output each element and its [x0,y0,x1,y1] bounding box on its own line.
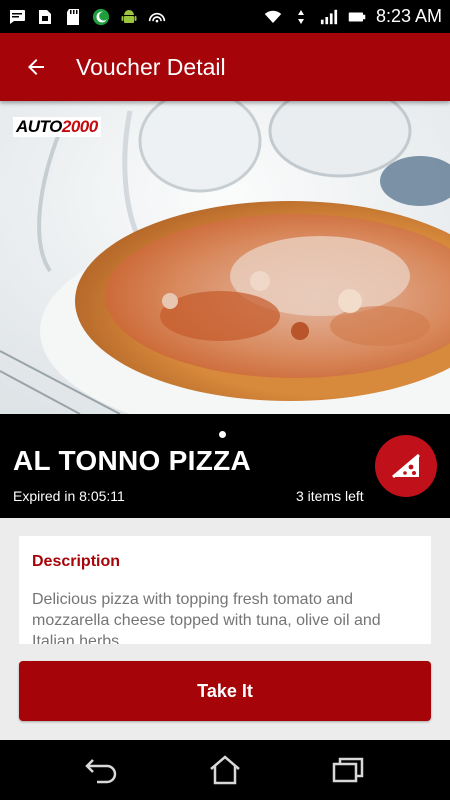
arrow-back-icon [28,59,44,75]
wifi-icon [264,8,282,26]
page-title: Voucher Detail [76,53,226,80]
signal-icon [320,8,338,26]
app-bar: Voucher Detail [0,33,450,101]
recent-apps-icon [333,757,364,783]
nav-recent-apps-button[interactable] [328,750,368,790]
items-left-count: 3 items left [296,488,364,504]
clock: 8:23 AM [375,6,442,26]
expiry-countdown: Expired in 8:05:11 [13,488,125,504]
voucher-image: AUTO2000 [0,101,450,414]
sd-card-icon [64,8,82,26]
navigation-bar [0,740,450,800]
auto2000-logo: AUTO2000 [13,117,101,137]
home-icon [210,755,240,785]
nav-back-button[interactable] [82,750,122,790]
status-system: 8:23 AM [264,6,442,27]
voucher-title: AL TONNO PIZZA [13,445,252,476]
data-arrows-icon [292,8,310,26]
hotspot-icon [148,8,166,26]
android-icon [120,8,138,26]
nav-home-button[interactable] [205,750,245,790]
category-badge [375,435,437,497]
pizza-slice-icon [392,453,420,479]
status-notifications [8,8,166,26]
status-bar: 8:23 AM [0,0,450,33]
back-button[interactable] [22,53,50,81]
description-heading: Description [32,553,121,570]
chat-icon [8,8,26,26]
sim-card-icon [36,8,54,26]
page-indicator-dot [219,431,226,438]
take-it-button[interactable]: Take It [19,661,431,721]
description-card: Description Delicious pizza with topping… [19,536,431,644]
back-nav-icon [84,759,116,784]
battery-icon [348,8,366,26]
crescent-moon-icon [92,8,110,26]
description-text: Delicious pizza with topping fresh tomat… [32,591,381,644]
